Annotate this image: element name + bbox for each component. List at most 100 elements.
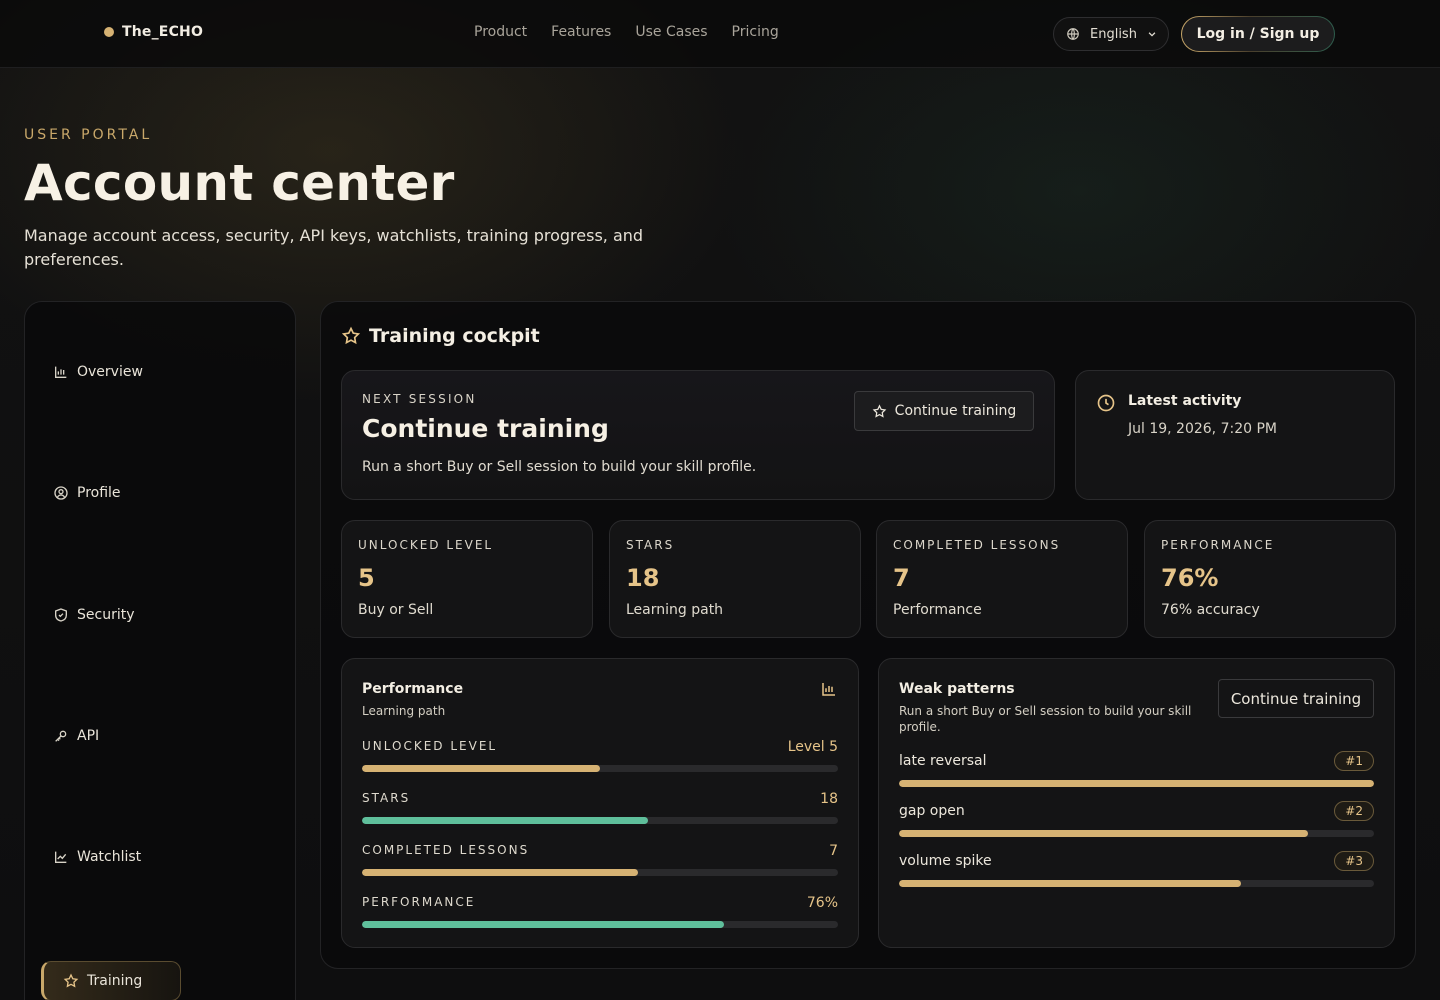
portal-eyebrow: USER PORTAL xyxy=(24,127,153,143)
next-session-eyebrow: NEXT SESSION xyxy=(362,392,477,406)
brand-name: The_ECHO xyxy=(122,24,204,40)
weak-patterns-description: Run a short Buy or Sell session to build… xyxy=(899,704,1192,734)
performance-subtitle: Learning path xyxy=(362,704,446,718)
stat-value: 5 xyxy=(358,564,375,592)
bar-chart-icon xyxy=(822,683,835,696)
stat-card-stars: STARS 18 Learning path xyxy=(609,520,861,638)
rank-badge: #1 xyxy=(1334,751,1374,771)
sidebar-item-label: Security xyxy=(77,607,135,623)
stat-card-performance: PERFORMANCE 76% 76% accuracy xyxy=(1144,520,1396,638)
continue-training-button[interactable]: Continue training xyxy=(854,391,1034,431)
stat-sub: Buy or Sell xyxy=(358,602,434,618)
continue-training-button[interactable]: Continue training xyxy=(1218,679,1374,718)
language-label: English xyxy=(1090,26,1137,42)
next-session-card: NEXT SESSION Continue training Run a sho… xyxy=(341,370,1055,500)
training-cockpit-panel: Training cockpit NEXT SESSION Continue t… xyxy=(320,301,1416,969)
sidebar-item-label: Overview xyxy=(77,364,143,380)
login-signup-button[interactable]: Log in / Sign up xyxy=(1181,16,1335,52)
metric-unlocked-level: UNLOCKED LEVEL Level 5 xyxy=(362,739,838,772)
metric-label: STARS xyxy=(362,791,411,805)
metric-value: 18 xyxy=(820,791,838,807)
line-chart-icon xyxy=(55,851,67,863)
sidebar-item-watchlist[interactable]: Watchlist xyxy=(53,849,141,865)
sidebar-item-label: API xyxy=(77,728,100,744)
star-icon xyxy=(63,973,79,988)
star-icon xyxy=(341,326,361,345)
sidebar: Overview Profile Security API Watchlist … xyxy=(24,301,296,1000)
metric-label: COMPLETED LESSONS xyxy=(362,843,530,857)
rank-badge: #2 xyxy=(1334,801,1374,821)
next-session-description: Run a short Buy or Sell session to build… xyxy=(362,459,757,475)
progress-track xyxy=(362,817,838,824)
weak-patterns-title: Weak patterns xyxy=(899,681,1015,697)
progress-fill xyxy=(362,921,724,928)
nav-use-cases[interactable]: Use Cases xyxy=(635,24,707,40)
sidebar-item-training[interactable]: Training xyxy=(41,961,181,1000)
page-title: Account center xyxy=(24,154,455,212)
pattern-item: gap open #2 xyxy=(899,801,1374,837)
stat-card-completed-lessons: COMPLETED LESSONS 7 Performance xyxy=(876,520,1128,638)
metric-performance: PERFORMANCE 76% xyxy=(362,895,838,928)
top-bar: The_ECHO Product Features Use Cases Pric… xyxy=(0,0,1440,68)
stat-label: PERFORMANCE xyxy=(1161,538,1275,552)
bar-chart-icon xyxy=(55,366,67,378)
sidebar-item-api[interactable]: API xyxy=(53,728,99,744)
sidebar-item-security[interactable]: Security xyxy=(53,607,135,623)
activity-timestamp: Jul 19, 2026, 7:20 PM xyxy=(1128,421,1277,437)
language-select[interactable]: English xyxy=(1053,17,1169,51)
nav-features[interactable]: Features xyxy=(551,24,611,40)
rank-badge: #3 xyxy=(1334,851,1374,871)
key-icon xyxy=(55,730,67,742)
shield-icon xyxy=(55,608,67,622)
sidebar-item-profile[interactable]: Profile xyxy=(53,485,121,501)
page-subtitle: Manage account access, security, API key… xyxy=(24,226,644,269)
progress-track xyxy=(899,780,1374,787)
page: The_ECHO Product Features Use Cases Pric… xyxy=(0,0,1440,1000)
metric-value: 76% xyxy=(806,895,838,911)
main-nav: Product Features Use Cases Pricing xyxy=(474,24,779,40)
brand-logo[interactable]: The_ECHO xyxy=(104,24,203,40)
stat-sub: Performance xyxy=(893,602,982,618)
stat-card-unlocked-level: UNLOCKED LEVEL 5 Buy or Sell xyxy=(341,520,593,638)
progress-fill xyxy=(899,880,1241,887)
latest-activity-card: Latest activity Jul 19, 2026, 7:20 PM xyxy=(1075,370,1395,500)
stat-sub: Learning path xyxy=(626,602,724,618)
activity-title: Latest activity xyxy=(1128,393,1242,409)
star-icon xyxy=(872,403,887,418)
progress-track xyxy=(899,830,1374,837)
stat-label: STARS xyxy=(626,538,675,552)
pattern-name: late reversal xyxy=(899,753,987,769)
performance-title: Performance xyxy=(362,681,464,697)
metric-completed-lessons: COMPLETED LESSONS 7 xyxy=(362,843,838,876)
panel-title-text: Training cockpit xyxy=(369,325,540,347)
metric-label: UNLOCKED LEVEL xyxy=(362,739,498,753)
progress-track xyxy=(362,765,838,772)
metric-label: PERFORMANCE xyxy=(362,895,476,909)
sidebar-item-label: Profile xyxy=(77,485,121,501)
nav-product[interactable]: Product xyxy=(474,24,527,40)
progress-fill xyxy=(362,869,639,876)
metric-value: Level 5 xyxy=(787,739,838,755)
stat-value: 18 xyxy=(626,564,660,592)
weak-patterns-card: Weak patterns Run a short Buy or Sell se… xyxy=(878,658,1395,948)
stat-label: COMPLETED LESSONS xyxy=(893,538,1061,552)
user-circle-icon xyxy=(54,486,68,500)
pattern-item: volume spike #3 xyxy=(899,851,1374,887)
button-label: Continue training xyxy=(894,403,1017,419)
nav-pricing[interactable]: Pricing xyxy=(732,24,779,40)
panel-title: Training cockpit xyxy=(341,325,540,347)
pattern-name: volume spike xyxy=(899,853,992,869)
progress-track xyxy=(362,869,838,876)
progress-track xyxy=(899,880,1374,887)
sidebar-item-overview[interactable]: Overview xyxy=(53,364,143,380)
pattern-name: gap open xyxy=(899,803,965,819)
chevron-down-icon xyxy=(1148,32,1156,37)
metric-value: 7 xyxy=(829,843,838,859)
sidebar-item-label: Watchlist xyxy=(77,849,142,865)
stat-label: UNLOCKED LEVEL xyxy=(358,538,494,552)
globe-icon xyxy=(1067,28,1079,40)
progress-fill xyxy=(899,780,1374,787)
stat-value: 76% xyxy=(1161,564,1219,592)
metric-stars: STARS 18 xyxy=(362,791,838,824)
clock-icon xyxy=(1097,394,1115,412)
